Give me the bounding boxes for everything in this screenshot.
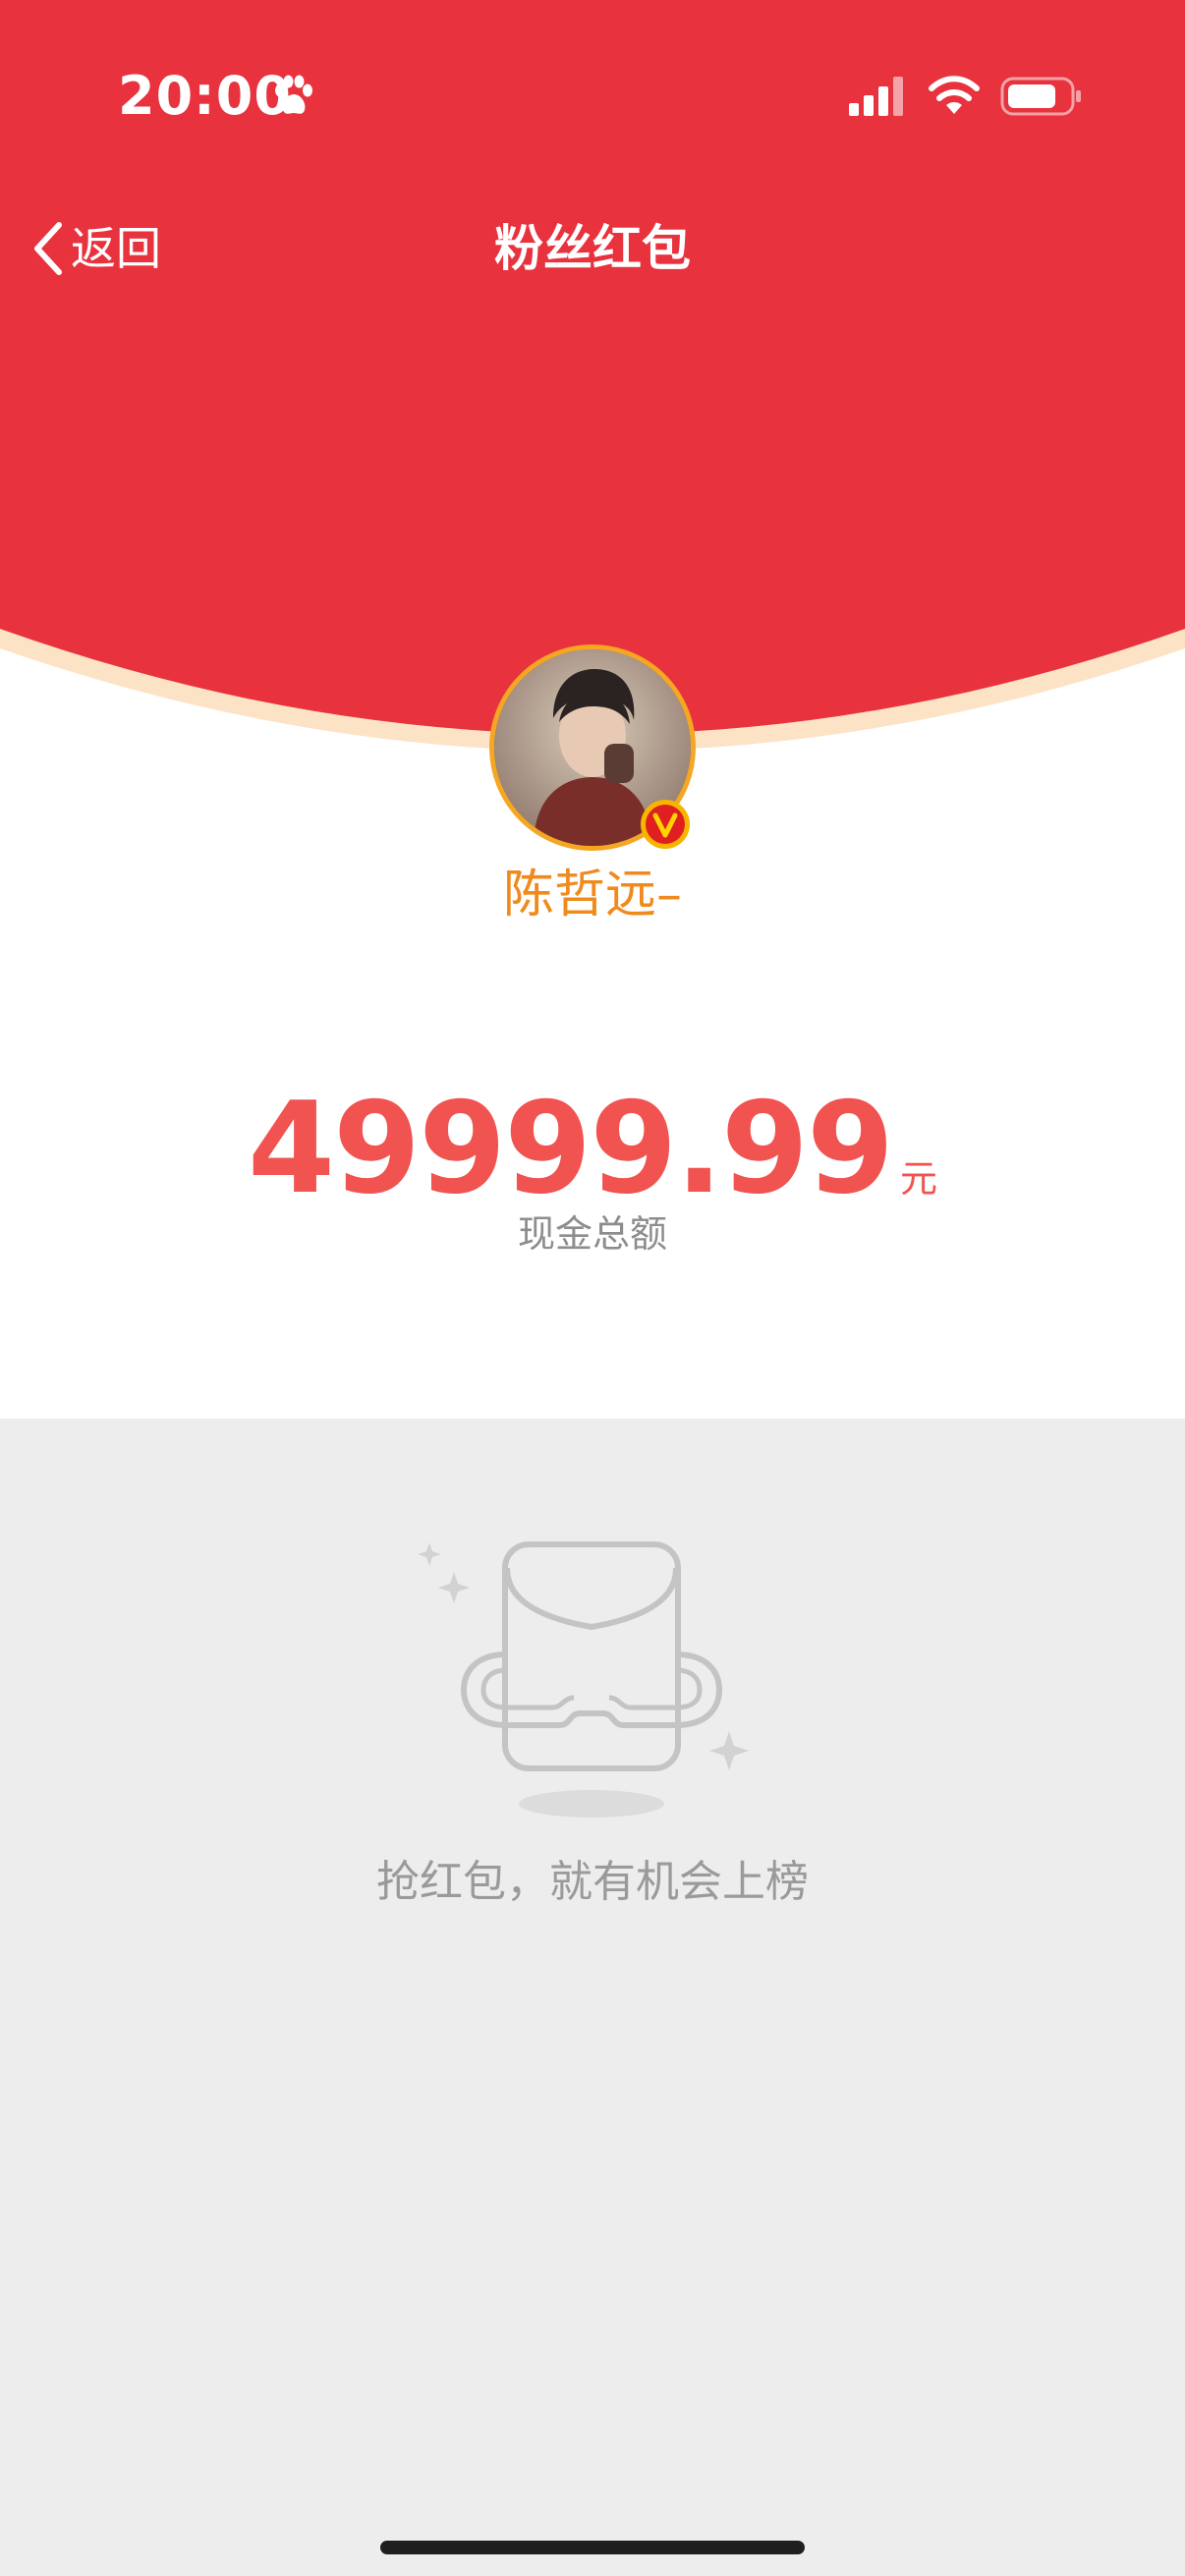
battery-icon	[1000, 77, 1081, 116]
paw-icon	[275, 75, 312, 114]
verified-badge-icon	[641, 800, 690, 849]
empty-state-message: 抢红包，就有机会上榜	[376, 1857, 809, 1907]
wifi-icon	[929, 76, 980, 114]
status-bar: 20:00	[0, 0, 1185, 196]
amount-value: 49999.99	[247, 1076, 894, 1222]
amount-row: 49999.99 元	[0, 1076, 1185, 1223]
status-time: 20:00	[118, 65, 292, 127]
username[interactable]: 陈哲远–	[0, 860, 1185, 930]
page-title: 粉丝红包	[494, 220, 691, 277]
amount-caption: 现金总额	[517, 1212, 667, 1256]
amount-unit: 元	[900, 1157, 938, 1201]
home-indicator[interactable]	[380, 2541, 805, 2554]
signal-icon	[849, 77, 903, 116]
empty-red-packet-icon	[418, 1541, 749, 1818]
